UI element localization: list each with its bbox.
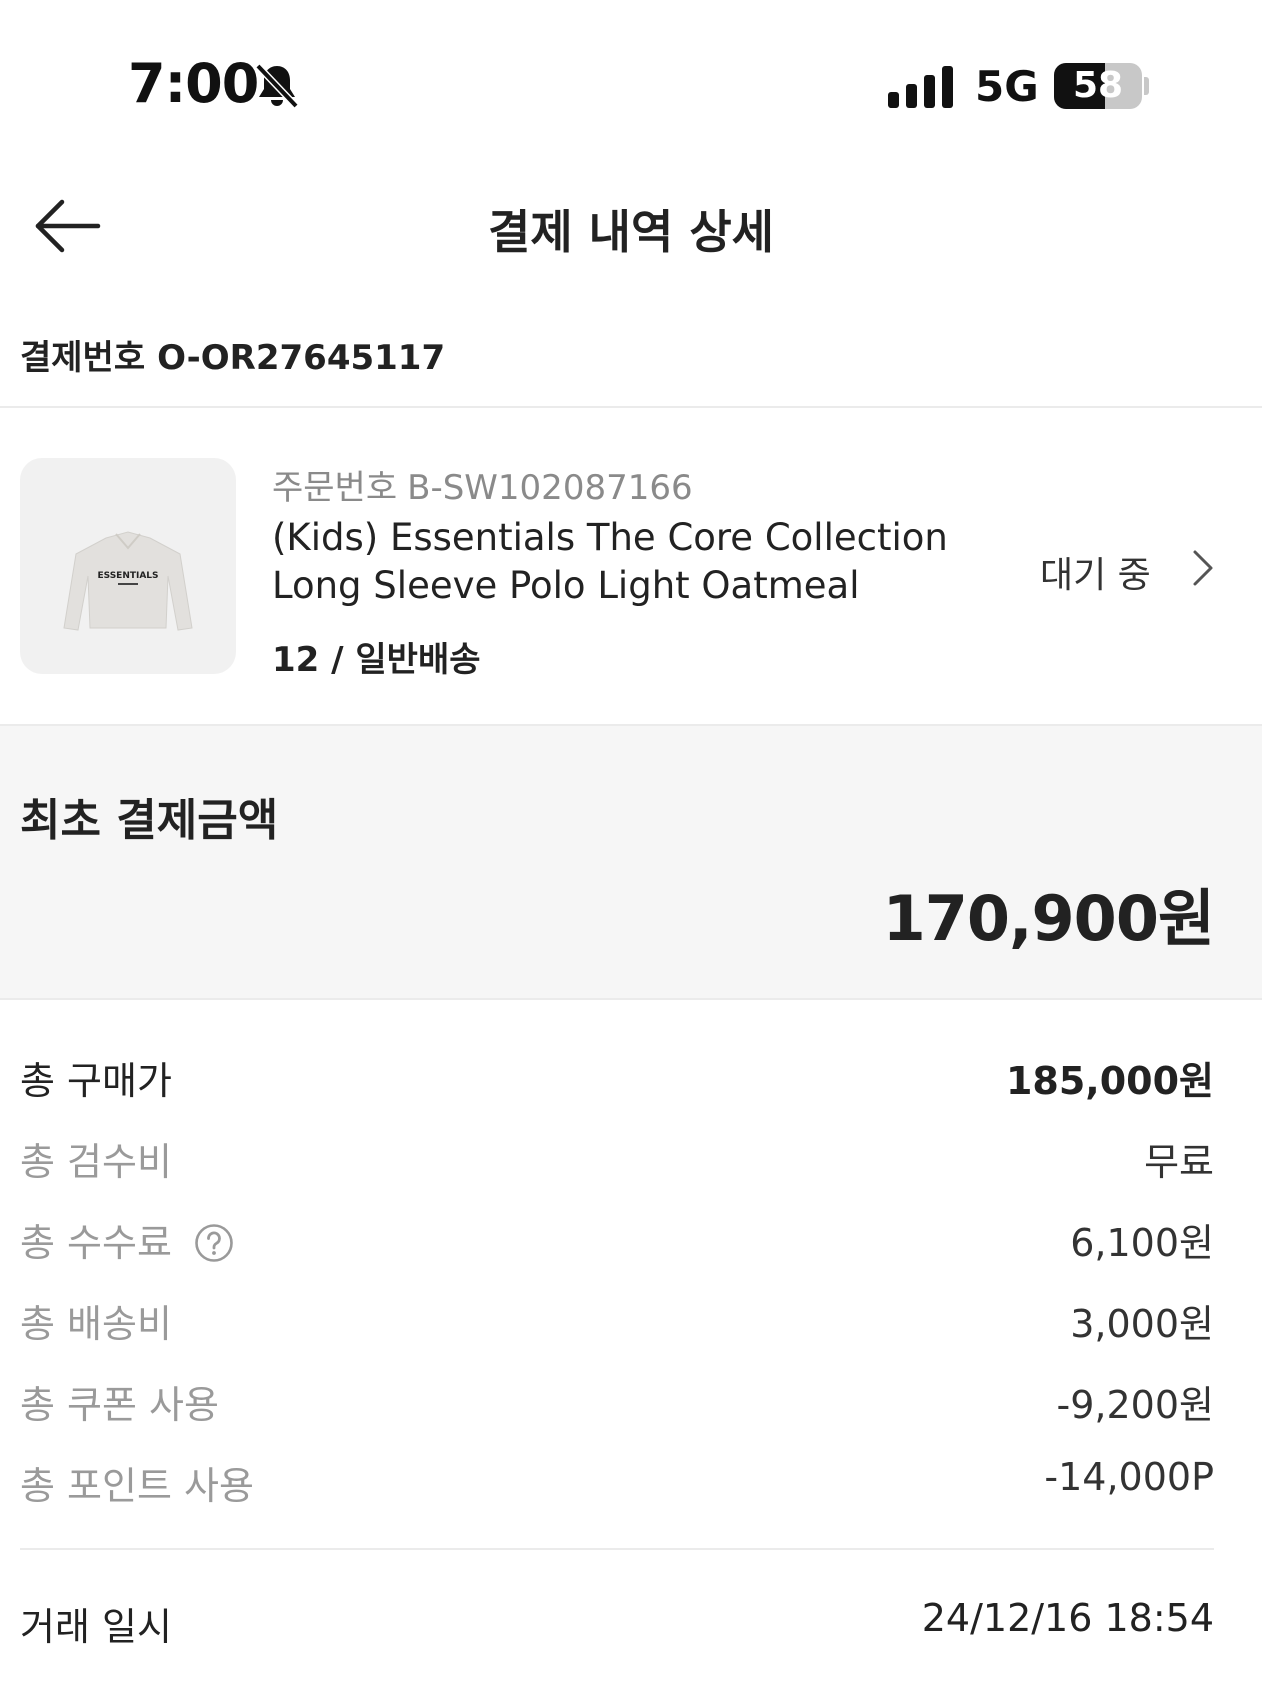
product-image[interactable]: ESSENTIALS [20, 458, 236, 674]
payment-number: 결제번호 O-OR27645117 [20, 330, 445, 379]
point-usage-label: 총 포인트 사용 [20, 1464, 254, 1508]
inspection-fee-value: 무료 [1144, 1140, 1214, 1184]
inspection-fee-label: 총 검수비 [20, 1140, 172, 1184]
battery-icon: 58 [1054, 63, 1150, 109]
total-purchase-value: 185,000원 [1005, 1059, 1214, 1103]
product-name[interactable]: (Kids) Essentials The Core Collection Lo… [272, 514, 972, 610]
payment-summary-box [0, 724, 1262, 1000]
cellular-signal-icon [888, 66, 953, 108]
initial-payment-amount: 170,900원 [882, 882, 1215, 955]
product-option: 12 / 일반배송 [272, 640, 481, 680]
transaction-date-label: 거래 일시 [20, 1605, 172, 1649]
coupon-usage-value: -9,200원 [1056, 1383, 1214, 1427]
payment-number-label: 결제번호 [20, 338, 146, 378]
total-purchase-label: 총 구매가 [20, 1059, 172, 1103]
commission-fee-label: 총 수수료 [20, 1221, 172, 1265]
product-image-logo-text: ESSENTIALS [97, 571, 158, 581]
order-number: 주문번호 B-SW102087166 [272, 460, 693, 509]
product-name-line1: (Kids) Essentials The Core Collection [272, 516, 948, 559]
question-circle-icon[interactable] [194, 1223, 234, 1263]
status-time: 7:00 [128, 52, 259, 115]
order-number-label: 주문번호 [272, 468, 398, 508]
initial-payment-label: 최초 결제금액 [20, 795, 279, 846]
shipping-fee-value: 3,000원 [1070, 1302, 1214, 1346]
order-status[interactable]: 대기 중 [1040, 546, 1151, 598]
divider [0, 406, 1262, 408]
order-number-value: B-SW102087166 [407, 468, 693, 508]
payment-number-value: O-OR27645117 [157, 338, 446, 378]
chevron-right-icon[interactable] [1190, 548, 1216, 588]
divider [20, 1548, 1214, 1550]
product-name-line2: Long Sleeve Polo Light Oatmeal [272, 564, 860, 607]
commission-fee-row: 총 수수료 [20, 1212, 234, 1267]
coupon-usage-label: 총 쿠폰 사용 [20, 1383, 219, 1427]
point-usage-value: -14,000P [1044, 1455, 1214, 1499]
battery-percentage: 58 [1072, 65, 1124, 106]
bell-slash-icon [255, 63, 299, 109]
network-type: 5G [975, 62, 1039, 111]
transaction-date-value: 24/12/16 18:54 [921, 1596, 1214, 1640]
commission-fee-value: 6,100원 [1070, 1221, 1214, 1265]
shipping-fee-label: 총 배송비 [20, 1302, 172, 1346]
page-title: 결제 내역 상세 [488, 205, 774, 259]
